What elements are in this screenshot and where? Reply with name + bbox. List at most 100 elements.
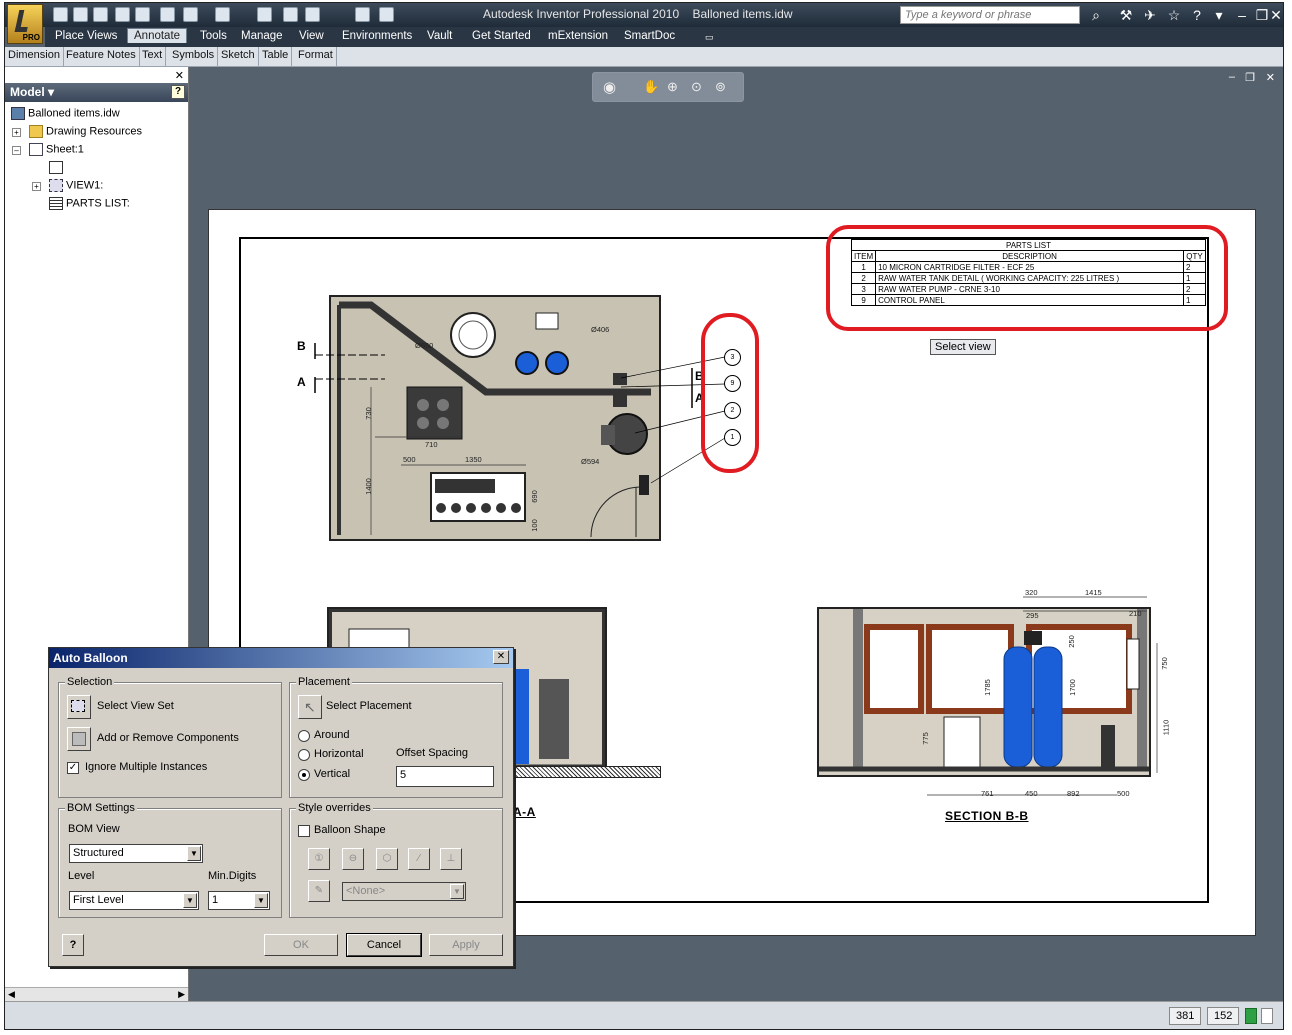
section-b-dim: 761 [981,789,994,798]
redo-icon[interactable] [135,7,150,22]
tree-drawing-resources[interactable]: Drawing Resources [29,125,142,138]
around-radio[interactable] [298,730,310,742]
section-b-dim: 1415 [1085,588,1102,597]
bom-view-select[interactable]: Structured ▼ [69,844,203,863]
favorites-icon[interactable]: ☆ [1165,6,1183,24]
search-input[interactable] [900,6,1080,24]
close-icon[interactable]: ✕ [1267,6,1283,24]
doc-close-icon[interactable]: ✕ [1266,71,1275,84]
measure-icon[interactable] [355,7,370,22]
tab-environments[interactable]: Environments [342,30,412,42]
pan-icon[interactable]: ✋ [643,79,659,95]
properties-icon[interactable] [215,7,230,22]
section-b-dim: 250 [1066,635,1076,648]
tree-sheet[interactable]: Sheet:1 [29,143,84,156]
linear-balloon-icon[interactable]: ⁄ [408,848,430,870]
section-b-dim: 775 [920,732,930,745]
panel-text[interactable]: Text [139,47,167,66]
panel-symbols[interactable]: Symbols [169,47,219,66]
none-balloon-icon[interactable]: ⊥ [440,848,462,870]
horizontal-label: Horizontal [314,748,364,760]
panel-table[interactable]: Table [259,47,293,66]
placement-group: Placement ↖ Select Placement Around Hori… [289,676,503,798]
zoom-window-icon[interactable]: ⊚ [715,79,726,95]
group-label: Placement [296,676,352,688]
tab-vault[interactable]: Vault [427,30,452,42]
tab-manage[interactable]: Manage [241,30,283,42]
select-placement-button[interactable]: ↖ [298,695,322,719]
zoom-icon[interactable]: ⊕ [667,79,678,95]
select-view-set-button[interactable] [67,695,91,719]
collapse-icon[interactable]: – [12,146,21,155]
section-b-dim: 1785 [982,679,992,696]
material-icon[interactable] [379,7,394,22]
browser-help-icon[interactable]: ? [171,85,185,99]
ok-button[interactable]: OK [264,934,338,956]
subscription-icon[interactable]: ⚒ [1117,6,1135,24]
circle-balloon-icon[interactable]: ① [308,848,330,870]
horizontal-radio[interactable] [298,749,310,761]
min-digits-select[interactable]: 1 ▼ [208,891,270,910]
return-icon[interactable] [160,7,175,22]
vertical-radio[interactable] [298,769,310,781]
balloon-shape-checkbox[interactable] [298,825,310,837]
panel-feature-notes[interactable]: Feature Notes [63,47,140,66]
style-picker-icon[interactable]: ✎ [308,880,330,902]
help-dropdown-icon[interactable]: ▾ [1210,6,1228,24]
panel-format[interactable]: Format [295,47,337,66]
inventor-app-button[interactable]: PRO [7,4,43,44]
add-remove-label: Add or Remove Components [97,732,239,744]
help-icon[interactable]: ? [1188,6,1206,24]
open-icon[interactable] [73,7,88,22]
tree-view1[interactable]: VIEW1: [49,179,103,192]
offset-spacing-input[interactable]: 5 [396,766,494,787]
tab-view[interactable]: View [299,30,324,42]
undo-icon[interactable] [115,7,130,22]
ribbon-minimize-icon[interactable]: ▭ [705,32,714,43]
split-circle-balloon-icon[interactable]: ⊖ [342,848,364,870]
new-icon[interactable] [53,7,68,22]
scroll-left-icon[interactable]: ◀ [8,989,15,1000]
tree-parts-list[interactable]: PARTS LIST: [49,197,130,210]
minimize-icon[interactable]: – [1233,6,1251,24]
dialog-title[interactable]: Auto Balloon [49,648,513,668]
expand-icon[interactable]: + [32,182,41,191]
tab-get-started[interactable]: Get Started [472,30,531,42]
print-icon[interactable] [183,7,198,22]
tab-annotate[interactable]: Annotate [127,28,188,43]
zoom-all-icon[interactable]: ⊙ [691,79,702,95]
add-remove-components-button[interactable] [67,727,91,751]
select-icon[interactable] [305,7,320,22]
balloon-style-select[interactable]: <None> ▼ [342,882,466,901]
steering-wheel-icon[interactable]: ◉ [603,78,616,96]
tree-border[interactable] [49,161,66,174]
browser-close-icon[interactable]: ✕ [175,69,184,82]
tab-mextension[interactable]: mExtension [548,30,608,42]
panel-dimension[interactable]: Dimension [5,47,64,66]
project-icon[interactable] [257,7,272,22]
dialog-help-icon[interactable]: ? [62,934,84,956]
tree-root[interactable]: Balloned items.idw [11,107,120,120]
chevron-down-icon: ▼ [254,893,268,908]
hexagon-balloon-icon[interactable]: ⬡ [376,848,398,870]
doc-restore-icon[interactable]: ❐ [1245,71,1255,84]
bom-settings-group: BOM Settings BOM View Structured ▼ Level … [58,802,282,918]
scroll-right-icon[interactable]: ▶ [178,989,185,1000]
dialog-close-icon[interactable]: ✕ [493,650,509,664]
save-icon[interactable] [93,7,108,22]
browser-header[interactable]: Model ▾ ? [5,83,188,102]
tab-smartdoc[interactable]: SmartDoc [624,30,675,42]
doc-minimize-icon[interactable]: – [1229,71,1235,83]
panel-sketch[interactable]: Sketch [218,47,259,66]
ignore-multiple-checkbox[interactable]: ✓ [67,762,79,774]
binoculars-icon[interactable]: ⌕ [1087,6,1105,24]
apply-button[interactable]: Apply [429,934,503,956]
cancel-button[interactable]: Cancel [346,933,422,957]
expand-icon[interactable]: + [12,128,21,137]
tab-tools[interactable]: Tools [200,30,227,42]
tab-place-views[interactable]: Place Views [55,30,117,42]
bom-view-label: BOM View [68,823,120,835]
update-icon[interactable] [283,7,298,22]
level-select[interactable]: First Level ▼ [69,891,199,910]
communication-center-icon[interactable]: ✈ [1141,6,1159,24]
